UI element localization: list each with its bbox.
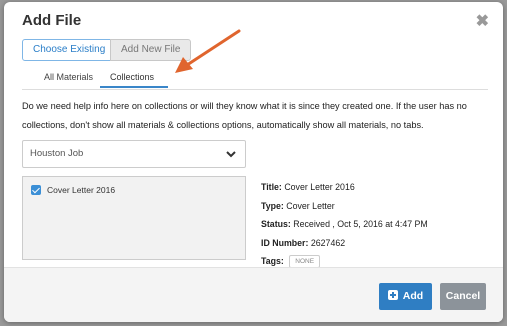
detail-id: ID Number: 2627462 xyxy=(261,234,428,253)
detail-status-value: Received , Oct 5, 2016 at 4:47 PM xyxy=(293,219,428,229)
list-item[interactable]: Cover Letter 2016 xyxy=(31,185,115,195)
annotation-arrow-icon xyxy=(175,29,241,73)
detail-id-value: 2627462 xyxy=(310,237,346,248)
chevron-down-icon xyxy=(226,151,236,158)
modal-title: Add File xyxy=(22,12,82,29)
detail-id-label: ID Number: xyxy=(261,237,309,248)
tab-all-materials[interactable]: All Materials xyxy=(44,72,93,82)
material-tabs: All Materials Collections xyxy=(22,69,488,90)
checkbox-checked-icon[interactable] xyxy=(31,185,41,195)
modal-footer: Add Cancel xyxy=(4,267,503,322)
help-text: Do we need help info here on collections… xyxy=(22,101,467,130)
add-button-label: Add xyxy=(402,290,424,302)
choose-existing-button[interactable]: Choose Existing xyxy=(22,39,117,61)
detail-tags-label: Tags: xyxy=(261,256,284,266)
detail-type-value: Cover Letter xyxy=(286,200,335,211)
file-list: Cover Letter 2016 xyxy=(22,176,246,260)
file-label: Cover Letter 2016 xyxy=(47,185,116,195)
collection-select[interactable]: Houston Job xyxy=(22,140,246,168)
collection-select-value: Houston Job xyxy=(30,148,84,159)
plus-icon xyxy=(387,290,398,300)
close-icon[interactable]: ✖ xyxy=(476,11,489,31)
detail-title-value: Cover Letter 2016 xyxy=(284,182,355,192)
tab-collections[interactable]: Collections xyxy=(99,72,169,88)
detail-status-label: Status: xyxy=(261,219,291,229)
add-button[interactable]: Add xyxy=(379,283,432,310)
detail-title: Title: Cover Letter 2016 xyxy=(261,178,428,197)
file-details: Title: Cover Letter 2016 Type: Cover Let… xyxy=(261,178,428,271)
detail-type: Type: Cover Letter xyxy=(261,197,428,216)
detail-title-label: Title: xyxy=(261,182,282,192)
add-file-modal: Add File ✖ Choose Existing Add New File … xyxy=(4,2,503,322)
detail-type-label: Type: xyxy=(261,200,284,211)
detail-status: Status: Received , Oct 5, 2016 at 4:47 P… xyxy=(261,215,428,234)
cancel-button[interactable]: Cancel xyxy=(440,283,486,310)
